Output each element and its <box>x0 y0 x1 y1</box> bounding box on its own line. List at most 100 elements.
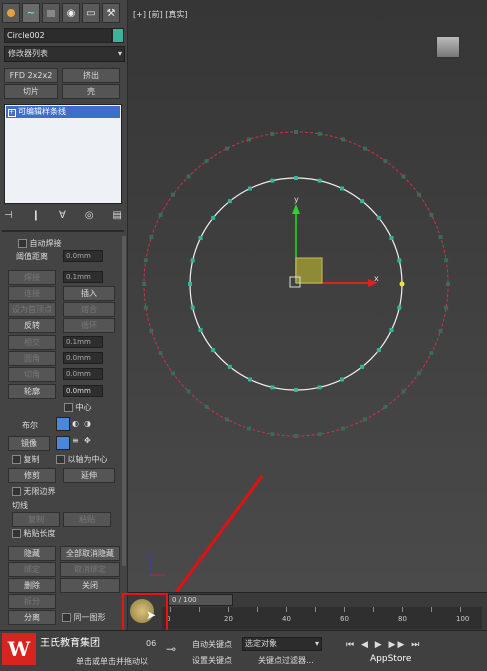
inner-vertex[interactable] <box>360 364 365 369</box>
outer-vertex[interactable] <box>401 174 406 179</box>
timeline-tick-label: 20 <box>224 615 233 623</box>
outer-vertex[interactable] <box>149 235 154 240</box>
timeline-tick <box>431 607 432 612</box>
outer-vertex[interactable] <box>444 258 449 263</box>
inner-vertex[interactable] <box>211 215 216 220</box>
timeline-tick-label: 40 <box>282 615 291 623</box>
inner-vertex[interactable] <box>317 178 322 183</box>
key-mode-value: 选定对象 <box>245 639 277 648</box>
outer-vertex[interactable] <box>171 192 176 197</box>
outer-vertex[interactable] <box>143 305 148 310</box>
outer-vertex[interactable] <box>444 305 449 310</box>
inner-vertex[interactable] <box>270 385 275 390</box>
timeline-tick <box>286 607 287 612</box>
timeline-tick-label: 80 <box>398 615 407 623</box>
timeline-tick <box>402 607 403 612</box>
x-axis-label: x <box>374 274 379 283</box>
outer-vertex[interactable] <box>142 282 146 286</box>
outer-vertex[interactable] <box>270 131 275 136</box>
outer-vertex[interactable] <box>438 235 443 240</box>
outer-vertex[interactable] <box>171 371 176 376</box>
inner-vertex[interactable] <box>360 199 365 204</box>
set-key-button[interactable]: 设置关键点 <box>192 655 232 666</box>
inner-vertex[interactable] <box>227 364 232 369</box>
time-field[interactable]: 06 <box>146 639 156 648</box>
outer-vertex[interactable] <box>294 434 298 438</box>
outer-vertex[interactable] <box>429 351 434 356</box>
mouse-cursor-icon: ➤ <box>146 608 157 622</box>
inner-vertex[interactable] <box>389 236 394 241</box>
timeline-tick <box>460 607 461 612</box>
inner-vertex[interactable] <box>397 305 402 310</box>
inner-vertex[interactable] <box>339 377 344 382</box>
inner-vertex[interactable] <box>190 258 195 263</box>
outer-vertex[interactable] <box>438 328 443 333</box>
brand-logo: W <box>2 633 36 665</box>
outer-vertex[interactable] <box>186 174 191 179</box>
outer-vertex[interactable] <box>416 371 421 376</box>
outer-vertex[interactable] <box>186 389 191 394</box>
outer-vertex[interactable] <box>247 426 252 431</box>
inner-vertex[interactable] <box>188 282 192 286</box>
inner-vertex[interactable] <box>376 348 381 353</box>
outer-vertex[interactable] <box>224 417 229 422</box>
inner-vertex[interactable] <box>317 385 322 390</box>
outer-vertex[interactable] <box>204 404 209 409</box>
inner-vertex[interactable] <box>397 258 402 263</box>
auto-key-button[interactable]: 自动关键点 <box>192 639 232 650</box>
inner-vertex[interactable] <box>339 186 344 191</box>
time-slider[interactable]: 0 / 100 <box>168 594 233 606</box>
key-filters-button[interactable]: 关键点过滤器... <box>258 655 314 666</box>
outer-vertex[interactable] <box>204 159 209 164</box>
outer-vertex[interactable] <box>429 212 434 217</box>
brand-text: 王氏教育集团 <box>40 638 100 649</box>
timeline-tick <box>228 607 229 612</box>
timeline-tick <box>257 607 258 612</box>
outer-vertex[interactable] <box>158 351 163 356</box>
outer-vertex[interactable] <box>383 159 388 164</box>
inner-vertex[interactable] <box>376 215 381 220</box>
inner-vertex[interactable] <box>294 388 298 392</box>
outer-vertex[interactable] <box>294 130 298 134</box>
inner-vertex[interactable] <box>198 236 203 241</box>
inner-vertex[interactable] <box>248 186 253 191</box>
outer-vertex[interactable] <box>247 137 252 142</box>
outer-vertex[interactable] <box>363 417 368 422</box>
inner-vertex[interactable] <box>294 176 298 180</box>
outer-vertex[interactable] <box>224 146 229 151</box>
timeline-tick-label: 100 <box>456 615 470 623</box>
outer-vertex[interactable] <box>363 146 368 151</box>
outer-vertex[interactable] <box>143 258 148 263</box>
key-mode-dropdown[interactable]: 选定对象 ▾ <box>242 637 322 651</box>
status-hint: 单击或单击并拖动以 <box>76 657 148 666</box>
selected-vertex[interactable] <box>399 281 405 287</box>
y-axis-label: y <box>294 195 299 204</box>
playback-controls[interactable]: ⏮ ◀ ▶ ▶▶ ⏭ <box>346 640 421 650</box>
timeline-tick <box>199 607 200 612</box>
outer-vertex[interactable] <box>446 282 450 286</box>
outer-vertex[interactable] <box>158 212 163 217</box>
inner-vertex[interactable] <box>190 305 195 310</box>
inner-vertex[interactable] <box>198 327 203 332</box>
outer-vertex[interactable] <box>340 426 345 431</box>
y-axis-arrow <box>292 204 300 214</box>
inner-vertex[interactable] <box>389 327 394 332</box>
outer-vertex[interactable] <box>149 328 154 333</box>
outer-vertex[interactable] <box>383 404 388 409</box>
track-bar[interactable]: 0 20 40 60 80 100 <box>162 607 482 629</box>
outer-vertex[interactable] <box>317 131 322 136</box>
watermark-text: AppStore <box>370 654 412 664</box>
outer-vertex[interactable] <box>317 432 322 437</box>
outer-vertex[interactable] <box>416 192 421 197</box>
chevron-down-icon: ▾ <box>314 639 319 648</box>
inner-vertex[interactable] <box>270 178 275 183</box>
inner-vertex[interactable] <box>227 199 232 204</box>
inner-vertex[interactable] <box>248 377 253 382</box>
inner-vertex[interactable] <box>211 348 216 353</box>
timeline-tick <box>344 607 345 612</box>
outer-vertex[interactable] <box>340 137 345 142</box>
outer-vertex[interactable] <box>401 389 406 394</box>
key-icon[interactable]: ⊸ <box>166 642 176 656</box>
outer-vertex[interactable] <box>270 432 275 437</box>
timeline-tick <box>170 607 171 612</box>
